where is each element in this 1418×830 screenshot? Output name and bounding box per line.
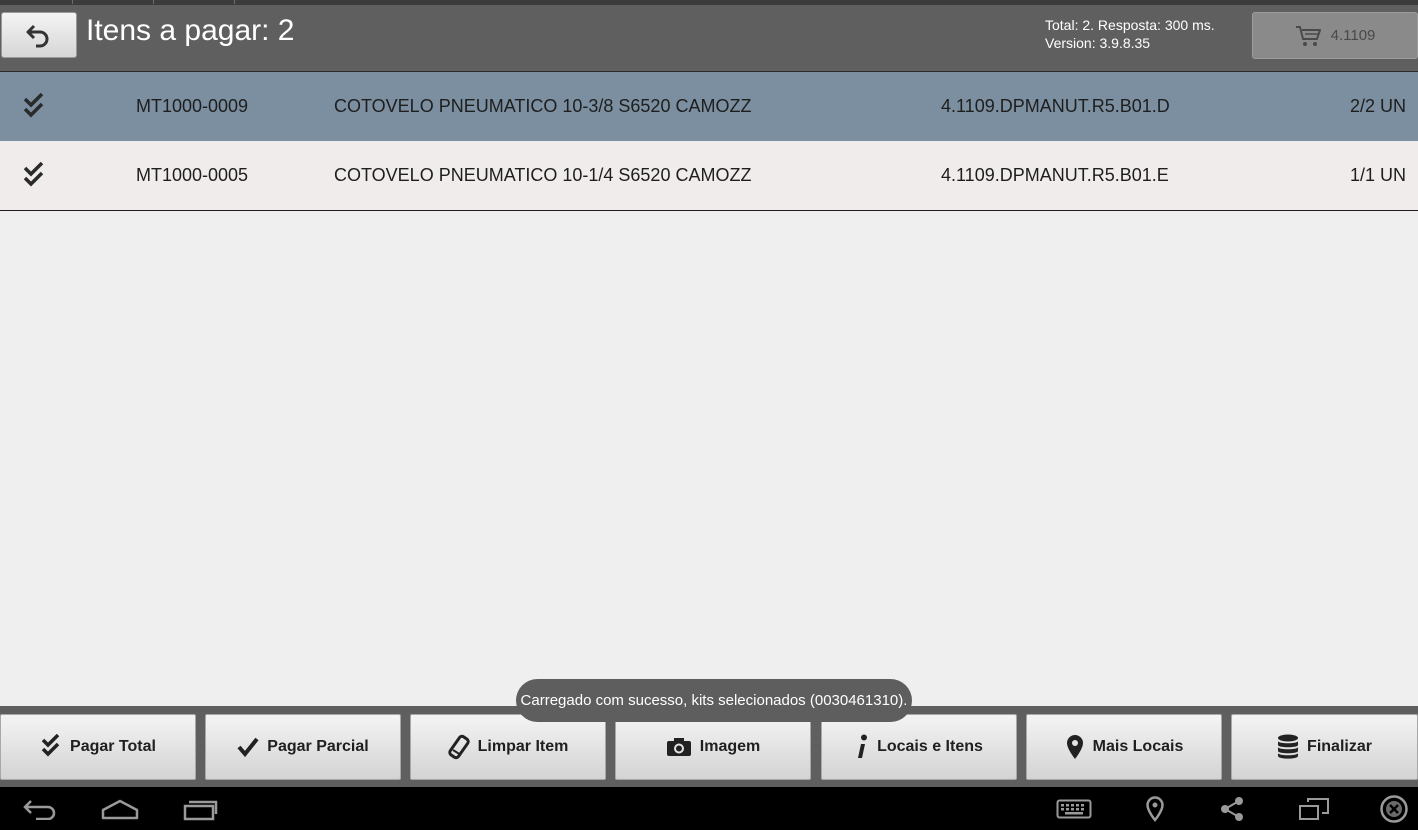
check-icon bbox=[237, 737, 259, 758]
item-location: 4.1109.DPMANUT.R5.B01.E bbox=[941, 165, 1169, 185]
list-item[interactable]: MT1000-0005 COTOVELO PNEUMATICO 10-1/4 S… bbox=[0, 141, 1418, 211]
back-button[interactable] bbox=[1, 12, 77, 58]
version-label: Version: 3.9.8.35 bbox=[1045, 35, 1151, 51]
pagar-parcial-button[interactable]: Pagar Parcial bbox=[205, 714, 401, 780]
system-navigation-bar bbox=[0, 787, 1418, 830]
button-label: Mais Locais bbox=[1092, 738, 1184, 755]
camera-icon bbox=[666, 738, 691, 756]
locais-e-itens-button[interactable]: Locais e Itens bbox=[821, 714, 1017, 780]
database-icon bbox=[1278, 734, 1299, 759]
item-quantity: 2/2 UN bbox=[1349, 96, 1406, 116]
button-label: Finalizar bbox=[1307, 738, 1372, 755]
cart-label: 4.1109 bbox=[1330, 27, 1376, 44]
multi-window-icon[interactable] bbox=[1296, 793, 1332, 825]
shopping-cart-icon bbox=[1295, 25, 1321, 46]
item-location: 4.1109.DPMANUT.R5.B01.D bbox=[941, 96, 1170, 116]
action-bar: Itens a pagar: 2 Total: 2. Resposta: 300… bbox=[0, 0, 1418, 72]
tab-strip bbox=[0, 0, 1418, 5]
item-description: COTOVELO PNEUMATICO 10-1/4 S6520 CAMOZZ bbox=[334, 165, 752, 185]
list-item[interactable]: MT1000-0009 COTOVELO PNEUMATICO 10-3/8 S… bbox=[0, 72, 1418, 142]
eraser-icon bbox=[447, 734, 470, 760]
toast-message: Carregado com sucesso, kits selecionados… bbox=[516, 679, 912, 722]
item-description: COTOVELO PNEUMATICO 10-3/8 S6520 CAMOZZ bbox=[334, 96, 752, 116]
button-label: Imagem bbox=[699, 738, 761, 755]
button-label: Limpar Item bbox=[477, 738, 569, 755]
pagar-total-button[interactable]: Pagar Total bbox=[0, 714, 196, 780]
tab-strip-segment bbox=[0, 0, 73, 4]
finalizar-button[interactable]: Finalizar bbox=[1231, 714, 1418, 780]
location-icon[interactable] bbox=[1140, 793, 1170, 825]
nav-home-icon[interactable] bbox=[100, 793, 140, 825]
double-check-icon bbox=[22, 72, 46, 141]
item-code: MT1000-0005 bbox=[136, 165, 249, 185]
item-quantity: 1/1 UN bbox=[1349, 165, 1406, 185]
share-icon[interactable] bbox=[1217, 793, 1247, 825]
double-check-icon bbox=[41, 734, 60, 757]
page-title: Itens a pagar: 2 bbox=[86, 14, 295, 47]
double-check-icon bbox=[22, 141, 46, 210]
tab-strip-segment bbox=[154, 0, 235, 4]
limpar-item-button[interactable]: Limpar Item bbox=[410, 714, 606, 780]
item-code: MT1000-0009 bbox=[136, 96, 249, 116]
button-label: Locais e Itens bbox=[877, 738, 983, 755]
mais-locais-button[interactable]: Mais Locais bbox=[1026, 714, 1222, 780]
button-label: Pagar Total bbox=[70, 738, 156, 755]
info-icon bbox=[858, 734, 868, 758]
keyboard-icon[interactable] bbox=[1055, 793, 1093, 825]
imagem-button[interactable]: Imagem bbox=[615, 714, 811, 780]
undo-arrow-icon bbox=[26, 24, 49, 48]
nav-back-icon[interactable] bbox=[20, 793, 60, 825]
status-total-response: Total: 2. Resposta: 300 ms. bbox=[1045, 17, 1215, 33]
cart-button[interactable]: 4.1109 bbox=[1252, 12, 1418, 59]
close-circle-icon[interactable] bbox=[1378, 793, 1410, 825]
button-label: Pagar Parcial bbox=[267, 738, 369, 755]
tab-strip-segment bbox=[73, 0, 154, 4]
nav-recent-apps-icon[interactable] bbox=[180, 793, 220, 825]
map-marker-icon bbox=[1066, 735, 1083, 759]
status-info: Total: 2. Resposta: 300 ms. Version: 3.9… bbox=[1045, 16, 1215, 52]
